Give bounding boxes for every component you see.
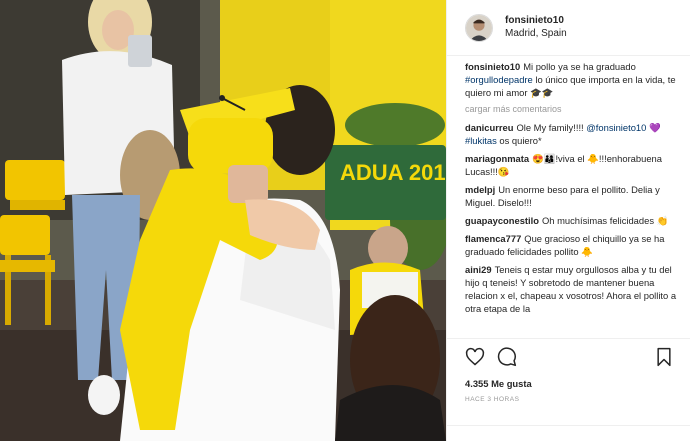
comments-list: fonsinieto10 Mi pollo ya se ha graduado #…: [447, 60, 690, 338]
comment-link[interactable]: @fonsinieto10: [586, 122, 646, 133]
comment-item: flamenca777 Que gracioso el chiquillo ya …: [465, 232, 683, 258]
comment-username[interactable]: aini29: [465, 264, 492, 275]
comment-text: Oh muchísimas felicidades 👏: [541, 215, 669, 226]
comment-item: mariagonmata 😍👨‍👩‍👦!viva el 🐥!!!enhorabue…: [465, 152, 683, 178]
comment-username[interactable]: mdelpj: [465, 184, 495, 195]
comment-item: aini29 Teneis q estar muy orgullosos alba…: [465, 263, 683, 315]
post-actions: 4.355 Me gusta HACE 3 HORAS: [447, 338, 690, 403]
comment-item: danicurreu Ole My family!!!! @fonsinieto1…: [465, 121, 683, 147]
post-header: fonsinieto10 Madrid, Spain: [447, 0, 690, 56]
avatar[interactable]: [465, 13, 493, 42]
caption-username[interactable]: fonsinieto10: [465, 61, 520, 72]
comment-username[interactable]: mariagonmata: [465, 153, 529, 164]
comment-link[interactable]: #lukitas: [465, 135, 497, 146]
comment-icon[interactable]: [497, 347, 517, 367]
comment-item: mdelpj Un enorme beso para el pollito. De…: [465, 183, 683, 209]
comment-username[interactable]: danicurreu: [465, 122, 513, 133]
banner-text: ADUA 201: [340, 160, 446, 185]
post-username[interactable]: fonsinieto10: [505, 15, 567, 28]
post-timestamp: HACE 3 HORAS: [465, 396, 520, 403]
post-sidebar: fonsinieto10 Madrid, Spain fonsinieto10 M…: [446, 0, 690, 441]
avatar-image: [466, 14, 492, 41]
graduation-photo: ADUA 201: [0, 0, 446, 441]
caption-hashtag[interactable]: #orgullodepadre: [465, 74, 533, 85]
heart-icon[interactable]: [465, 347, 485, 367]
comment-username[interactable]: flamenca777: [465, 233, 521, 244]
likes-count[interactable]: 4.355 Me gusta: [465, 378, 673, 389]
post-photo[interactable]: ADUA 201: [0, 0, 446, 441]
bookmark-icon[interactable]: [655, 347, 673, 367]
caption: fonsinieto10 Mi pollo ya se ha graduado #…: [465, 60, 683, 99]
caption-text: Mi pollo ya se ha graduado: [523, 61, 636, 72]
add-comment-area[interactable]: [447, 425, 690, 441]
comment-username[interactable]: guapayconestilo: [465, 215, 539, 226]
load-more-comments[interactable]: cargar más comentarios: [465, 104, 683, 114]
comment-text: Teneis q estar muy orgullosos alba y tu …: [465, 264, 677, 314]
post-location[interactable]: Madrid, Spain: [505, 28, 567, 41]
comment-item: guapayconestilo Oh muchísimas felicidades…: [465, 214, 683, 227]
